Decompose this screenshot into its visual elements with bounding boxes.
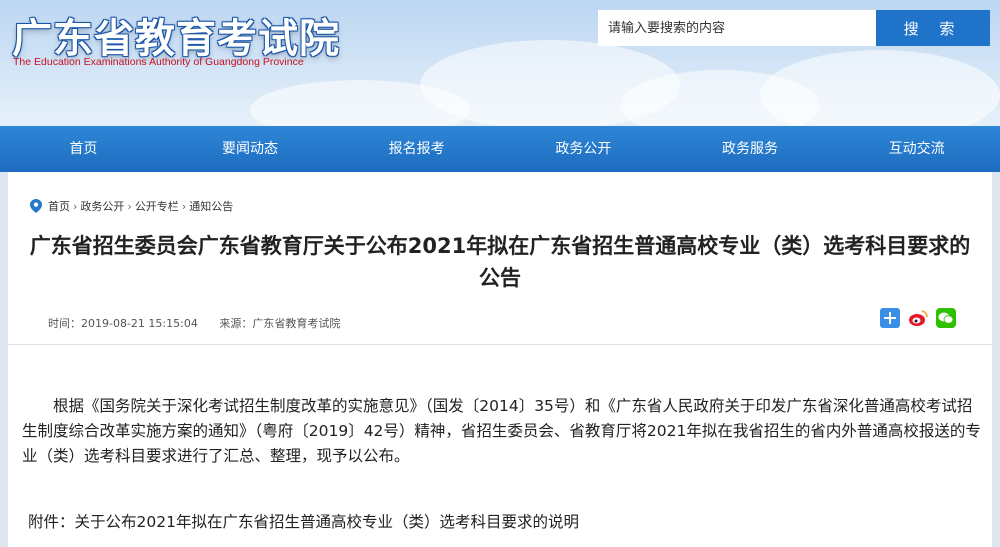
share-bar — [880, 308, 956, 328]
plus-share-icon[interactable] — [880, 308, 900, 328]
breadcrumb-public-column[interactable]: 公开专栏 — [135, 198, 179, 214]
article-source: 来源：广东省教育考试院 — [219, 317, 341, 330]
breadcrumb-notices[interactable]: 通知公告 — [189, 198, 233, 214]
nav-item-services[interactable]: 政务服务 — [667, 126, 834, 172]
nav-item-news[interactable]: 要闻动态 — [167, 126, 334, 172]
breadcrumb-separator: › — [73, 199, 78, 213]
breadcrumb-home[interactable]: 首页 — [48, 198, 70, 214]
nav-item-registration[interactable]: 报名报考 — [333, 126, 500, 172]
wechat-icon[interactable] — [936, 308, 956, 328]
search-input[interactable] — [598, 10, 876, 46]
breadcrumb-separator: › — [181, 199, 187, 213]
divider — [8, 344, 992, 345]
article-meta: 时间：2019-08-21 15:15:04 来源：广东省教育考试院 — [48, 315, 358, 331]
nav-item-interaction[interactable]: 互动交流 — [833, 126, 1000, 172]
location-pin-icon — [30, 199, 42, 213]
breadcrumb: 首页 › 政务公开 › 公开专栏 › 通知公告 — [30, 198, 233, 214]
article-title: 广东省招生委员会广东省教育厅关于公布2021年拟在广东省招生普通高校专业（类）选… — [29, 234, 971, 290]
publish-time: 时间：2019-08-21 15:15:04 — [48, 317, 198, 330]
nav-item-public-affairs[interactable]: 政务公开 — [500, 126, 667, 172]
main-nav: 首页 要闻动态 报名报考 政务公开 政务服务 互动交流 — [0, 126, 1000, 172]
cloud-decoration — [760, 50, 1000, 126]
article-panel: 首页 › 政务公开 › 公开专栏 › 通知公告 广东省招生委员会广东省教育厅关于… — [8, 172, 992, 547]
attachment-link[interactable]: 附件：关于公布2021年拟在广东省招生普通高校专业（类）选考科目要求的说明 — [28, 510, 579, 532]
site-subtitle: The Education Examinations Authority of … — [13, 56, 304, 68]
site-header: 广东省教育考试院 The Education Examinations Auth… — [0, 0, 1000, 126]
search-button[interactable]: 搜 索 — [876, 10, 990, 46]
article-body: 根据《国务院关于深化考试招生制度改革的实施意见》（国发〔2014〕35号）和《广… — [22, 397, 981, 465]
weibo-icon[interactable] — [908, 308, 928, 328]
breadcrumb-public-affairs[interactable]: 政务公开 — [80, 198, 124, 214]
breadcrumb-separator: › — [127, 199, 132, 213]
nav-item-home[interactable]: 首页 — [0, 126, 167, 172]
